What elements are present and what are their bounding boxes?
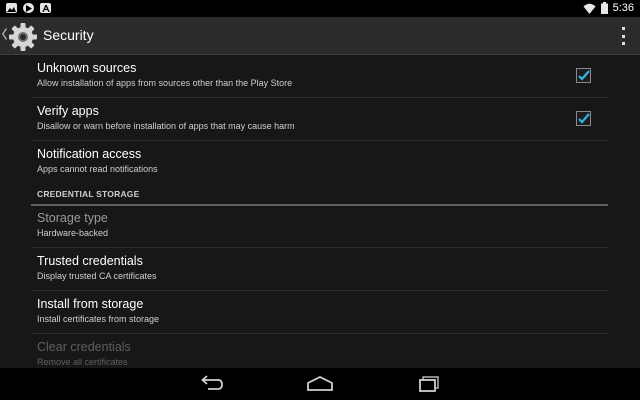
setting-title: Install from storage: [37, 297, 144, 311]
setting-summary: Install certificates from storage: [37, 314, 160, 324]
setting-install-from-storage[interactable]: Install from storage Install certificate…: [31, 291, 608, 334]
checkmark-icon: [578, 113, 590, 124]
clock: 5:36: [612, 2, 634, 14]
setting-title: Trusted credentials: [37, 254, 143, 268]
text-icon: [40, 3, 51, 13]
setting-notification-access[interactable]: Notification access Apps cannot read not…: [31, 141, 608, 183]
unknown-sources-checkbox[interactable]: [576, 68, 591, 83]
recent-apps-icon[interactable]: [417, 374, 441, 394]
chevron-left-icon: [2, 28, 7, 40]
action-bar: Security: [0, 17, 640, 55]
gear-icon: [9, 23, 37, 51]
setting-summary: Remove all certificates: [37, 357, 128, 367]
navigation-bar: [0, 368, 640, 400]
up-navigation-button[interactable]: Security: [0, 17, 120, 54]
image-icon: [6, 3, 17, 13]
setting-summary: Display trusted CA certificates: [37, 271, 157, 281]
back-icon[interactable]: [198, 374, 224, 394]
setting-title: Verify apps: [37, 104, 99, 118]
overflow-menu-icon[interactable]: [620, 27, 626, 45]
setting-summary: Apps cannot read notifications: [37, 164, 158, 174]
setting-clear-credentials: Clear credentials Remove all certificate…: [31, 334, 608, 368]
setting-unknown-sources[interactable]: Unknown sources Allow installation of ap…: [31, 55, 608, 98]
page-title: Security: [43, 27, 94, 43]
home-icon[interactable]: [306, 374, 334, 394]
setting-summary: Allow installation of apps from sources …: [37, 78, 293, 88]
setting-summary: Hardware-backed: [37, 228, 109, 238]
play-store-icon: [23, 3, 34, 13]
checkmark-icon: [578, 70, 590, 81]
section-header-credential-storage: CREDENTIAL STORAGE: [31, 186, 608, 206]
setting-title: Notification access: [37, 147, 142, 161]
setting-title: Unknown sources: [37, 61, 137, 75]
setting-trusted-credentials[interactable]: Trusted credentials Display trusted CA c…: [31, 248, 608, 291]
setting-title: Storage type: [37, 211, 108, 225]
verify-apps-checkbox[interactable]: [576, 111, 591, 126]
wifi-icon: [583, 3, 596, 14]
setting-storage-type: Storage type Hardware-backed: [31, 205, 608, 248]
setting-verify-apps[interactable]: Verify apps Disallow or warn before inst…: [31, 98, 608, 141]
status-bar: 5:36: [0, 0, 640, 17]
setting-title: Clear credentials: [37, 340, 131, 354]
settings-list: Unknown sources Allow installation of ap…: [0, 55, 640, 368]
battery-icon: [600, 2, 608, 14]
setting-summary: Disallow or warn before installation of …: [37, 121, 295, 131]
section-header-label: CREDENTIAL STORAGE: [37, 189, 140, 199]
